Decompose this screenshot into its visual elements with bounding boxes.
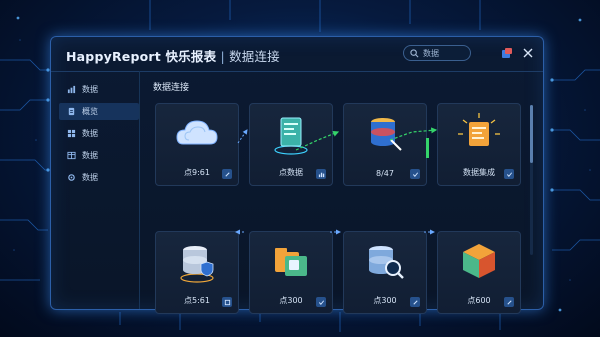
bar-chart-icon [67, 85, 76, 94]
sidebar-item-overview[interactable]: 概览 [59, 103, 139, 120]
data-card[interactable]: 点9:61 [155, 103, 239, 186]
cloud-icon [176, 120, 218, 145]
sidebar-item-tables[interactable]: 数据 [59, 147, 139, 164]
grid-icon [67, 129, 76, 138]
document-icon [274, 117, 308, 155]
card-badge[interactable] [222, 297, 232, 307]
section-title: 数据连接 [153, 83, 190, 93]
database-shield-icon [180, 246, 214, 283]
folder-box-icon [275, 248, 307, 276]
file-glow-icon [458, 113, 500, 146]
app-window: HappyReport 快乐报表 | 数据连接 数据 数据 概览 数据 数据 数… [50, 36, 544, 314]
brand-name: HappyReport [66, 49, 161, 64]
card-badge[interactable] [504, 297, 514, 307]
scrollbar[interactable] [530, 105, 533, 255]
data-card[interactable]: 点300 [343, 231, 427, 314]
data-card[interactable]: 点数据 [249, 103, 333, 186]
sidebar-item-reports[interactable]: 数据 [59, 81, 139, 98]
chevron-icon [506, 299, 512, 305]
database-edit-icon [371, 118, 402, 151]
data-card[interactable]: 点5:61 [155, 231, 239, 314]
sidebar-item-label: 数据 [82, 129, 98, 138]
table-icon [67, 151, 76, 160]
card-badge[interactable] [316, 169, 326, 179]
card-badge[interactable] [410, 297, 420, 307]
data-card[interactable]: 点300 [249, 231, 333, 314]
sidebar-item-settings[interactable]: 数据 [59, 169, 139, 186]
database-search-icon [369, 246, 404, 279]
check-icon [506, 171, 512, 177]
sidebar-item-data[interactable]: 数据 [59, 125, 139, 142]
data-card[interactable]: 数据集成 [437, 103, 521, 186]
main-content: 数据连接 点9:61 点数据 8/47 数据集成 点5:61 点300 点300… [139, 71, 543, 314]
settings-icon [68, 174, 75, 181]
sidebar-item-label: 概览 [82, 107, 98, 116]
document-icon [68, 107, 75, 116]
cube-icon [463, 244, 495, 278]
page-subtitle: 数据连接 [229, 49, 280, 64]
card-badge[interactable] [222, 169, 232, 179]
card-badge[interactable] [504, 169, 514, 179]
title-separator: | [216, 49, 230, 64]
app-title: HappyReport 快乐报表 | 数据连接 [66, 46, 280, 65]
card-badge[interactable] [316, 297, 326, 307]
brand-name-cn: 快乐报表 [165, 49, 217, 64]
sidebar: 数据 概览 数据 数据 数据 [51, 71, 140, 309]
data-card[interactable]: 点600 [437, 231, 521, 314]
scrollbar-thumb[interactable] [530, 105, 533, 163]
sidebar-item-label: 数据 [82, 85, 98, 94]
card-badge[interactable] [410, 169, 420, 179]
search-input[interactable]: 数据 [403, 45, 471, 61]
sidebar-item-label: 数据 [82, 151, 98, 160]
bars-icon [318, 172, 324, 177]
search-placeholder: 数据 [423, 48, 439, 58]
close-icon[interactable] [522, 47, 534, 59]
app-logo-icon[interactable] [501, 47, 513, 59]
title-bar: HappyReport 快乐报表 | 数据连接 数据 [51, 37, 543, 72]
sidebar-item-label: 数据 [82, 173, 98, 182]
chevron-icon [412, 299, 418, 305]
search-icon [410, 48, 419, 57]
check-icon [318, 299, 324, 305]
data-card[interactable]: 8/47 [343, 103, 427, 186]
check-icon [412, 171, 418, 177]
square-icon [224, 299, 230, 305]
chevron-icon [224, 171, 230, 177]
